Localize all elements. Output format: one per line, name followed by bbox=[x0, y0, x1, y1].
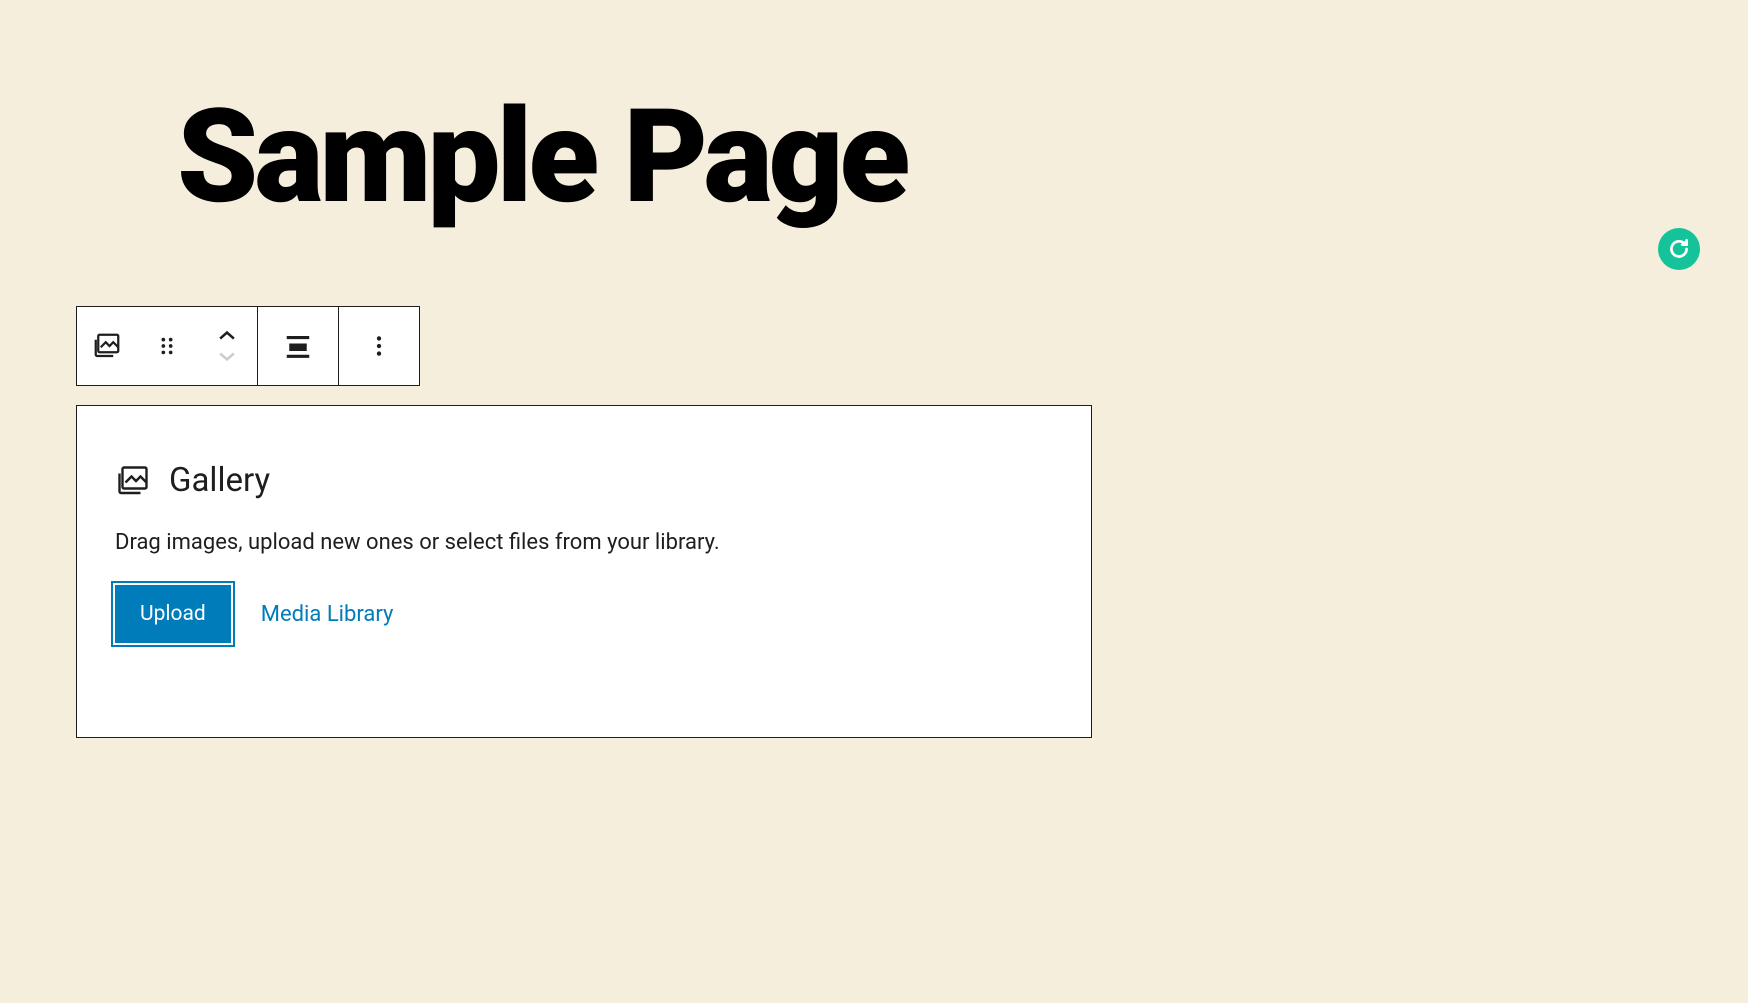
gallery-block-description: Drag images, upload new ones or select f… bbox=[115, 530, 1053, 555]
grammarly-badge[interactable] bbox=[1658, 228, 1700, 270]
chevron-down-icon bbox=[216, 350, 238, 362]
gallery-icon bbox=[92, 331, 122, 361]
grammarly-icon bbox=[1666, 236, 1692, 262]
drag-handle-button[interactable] bbox=[137, 307, 197, 385]
gallery-block-title: Gallery bbox=[169, 461, 270, 500]
gallery-header: Gallery bbox=[115, 461, 1053, 500]
upload-button[interactable]: Upload bbox=[115, 585, 231, 643]
move-up-button[interactable] bbox=[216, 330, 238, 342]
media-library-link[interactable]: Media Library bbox=[261, 602, 394, 627]
align-icon bbox=[283, 331, 313, 361]
chevron-up-icon bbox=[216, 330, 238, 342]
more-vertical-icon bbox=[366, 333, 392, 359]
block-type-button[interactable] bbox=[77, 307, 137, 385]
move-down-button[interactable] bbox=[216, 350, 238, 362]
toolbar-group-more bbox=[339, 307, 419, 385]
page-title[interactable]: Sample Page bbox=[177, 92, 906, 222]
toolbar-group-block-type bbox=[77, 307, 258, 385]
move-buttons bbox=[197, 307, 257, 385]
gallery-icon bbox=[115, 463, 151, 499]
toolbar-group-align bbox=[258, 307, 339, 385]
drag-handle-icon bbox=[156, 335, 178, 357]
gallery-actions: Upload Media Library bbox=[115, 585, 1053, 643]
block-toolbar bbox=[76, 306, 420, 386]
align-button[interactable] bbox=[258, 307, 338, 385]
more-options-button[interactable] bbox=[339, 307, 419, 385]
gallery-block-placeholder[interactable]: Gallery Drag images, upload new ones or … bbox=[76, 405, 1092, 738]
